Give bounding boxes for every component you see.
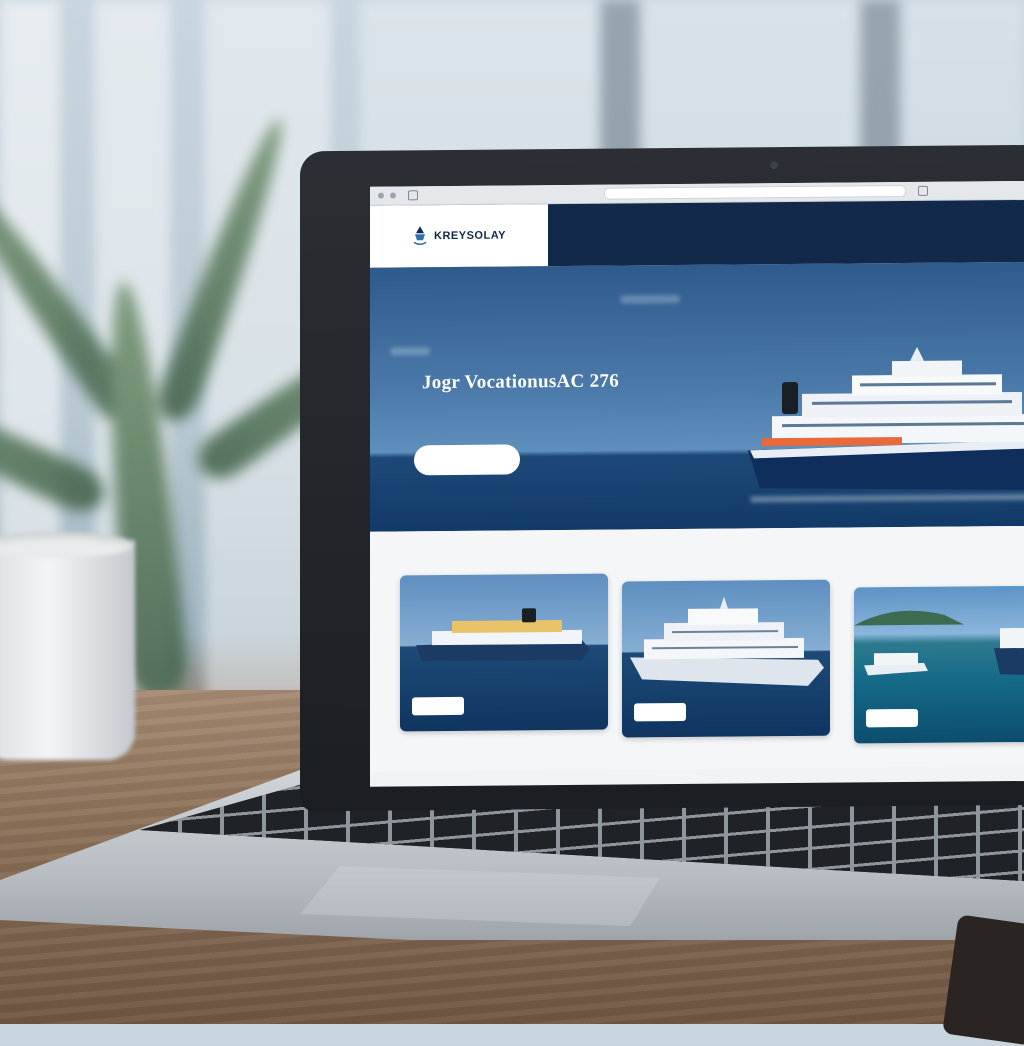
card-button[interactable] <box>634 702 686 722</box>
cruise-ship-image <box>748 346 1024 490</box>
card-ship-image <box>854 610 1024 676</box>
hero-banner: Jogr VocationusAC 276 <box>370 261 1024 532</box>
hero-cta-button[interactable] <box>414 444 520 476</box>
card-button[interactable] <box>866 708 918 728</box>
laptop-lid: KREYSOLAY Jogr VocationusAC 276 <box>300 144 1024 812</box>
card-ship-image <box>630 596 824 686</box>
site-header: KREYSOLAY <box>370 199 1024 268</box>
cloud <box>390 347 430 356</box>
cruise-cards <box>370 525 1024 772</box>
card-ship-image <box>416 608 590 662</box>
tab-icon[interactable] <box>408 190 418 201</box>
extension-icon[interactable] <box>918 185 928 196</box>
laptop-screen: KREYSOLAY Jogr VocationusAC 276 <box>370 180 1024 787</box>
card-button[interactable] <box>412 696 464 716</box>
browser-dot-icon[interactable] <box>390 192 396 199</box>
main-nav <box>548 203 698 266</box>
address-bar[interactable] <box>604 185 906 200</box>
cloud <box>620 295 680 304</box>
hero-title: Jogr VocationusAC 276 <box>422 370 620 393</box>
logo-title: KREYSOLAY <box>434 229 506 243</box>
cruise-card[interactable] <box>854 585 1024 744</box>
cruise-card[interactable] <box>400 573 608 732</box>
coffee-mug <box>0 532 135 760</box>
cruise-card[interactable] <box>622 579 830 738</box>
hero-description <box>422 401 692 403</box>
webcam-icon <box>770 161 778 170</box>
browser-dot-icon[interactable] <box>378 192 384 199</box>
cruise-logo-icon <box>412 225 428 247</box>
site-logo[interactable]: KREYSOLAY <box>370 204 548 268</box>
